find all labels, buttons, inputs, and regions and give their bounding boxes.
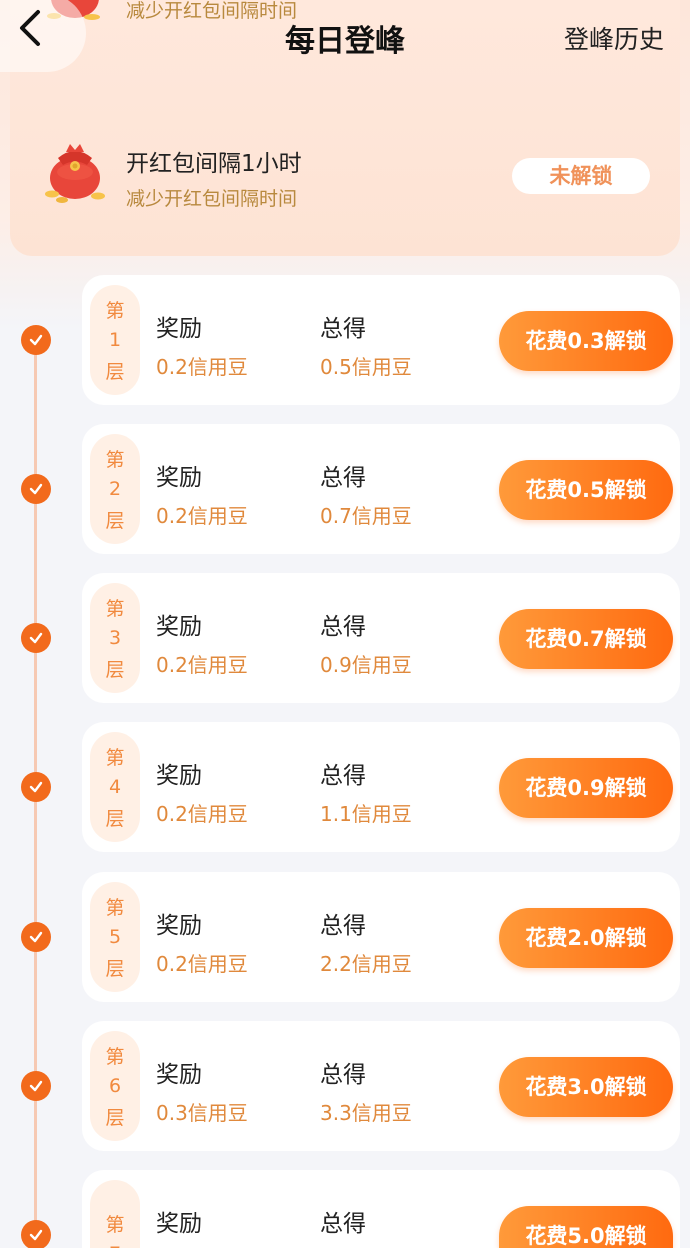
unlock-button[interactable]: 花费0.3解锁	[499, 311, 673, 371]
level-card: 第 4 层 奖励 0.2信用豆 总得 1.1信用豆 花费0.9解锁	[82, 722, 680, 852]
level-card: 第 3 层 奖励 0.2信用豆 总得 0.9信用豆 花费0.7解锁	[82, 573, 680, 703]
total-value: 1.1信用豆	[320, 802, 412, 826]
level-card: 第 1 层 奖励 0.2信用豆 总得 0.5信用豆 花费0.3解锁	[82, 275, 680, 405]
check-circle-icon	[21, 474, 51, 504]
floor-tag-suffix: 层	[105, 510, 125, 532]
floor-tag: 第 5 层	[90, 882, 140, 992]
floor-tag: 第 3 层	[90, 583, 140, 693]
reward-value: 0.2信用豆	[156, 355, 248, 379]
page: 减少开红包间隔时间 开红包间隔1小时 减少开红包间隔时间 未解锁 每日登峰 登峰…	[0, 0, 690, 1248]
reward-label: 奖励	[156, 913, 202, 939]
total-label: 总得	[320, 763, 366, 789]
floor-tag-suffix: 层	[105, 659, 125, 681]
packet-row: 开红包间隔1小时 减少开红包间隔时间 未解锁	[10, 142, 680, 222]
unlock-button[interactable]: 花费0.7解锁	[499, 609, 673, 669]
unlock-button[interactable]: 花费5.0解锁	[499, 1206, 673, 1248]
level-card: 第 6 层 奖励 0.3信用豆 总得 3.3信用豆 花费3.0解锁	[82, 1021, 680, 1151]
floor-tag-prefix: 第	[105, 1213, 125, 1236]
total-value: 3.3信用豆	[320, 1101, 412, 1125]
total-label: 总得	[320, 316, 366, 342]
reward-label: 奖励	[156, 1211, 202, 1237]
reward-value: 0.2信用豆	[156, 952, 248, 976]
floor-number: 7	[90, 1243, 140, 1248]
header: 每日登峰 登峰历史	[0, 0, 690, 72]
total-value: 0.7信用豆	[320, 504, 412, 528]
floor-number: 6	[108, 1075, 122, 1097]
total-label: 总得	[320, 614, 366, 640]
total-value: 0.9信用豆	[320, 653, 412, 677]
floor-tag-prefix: 第	[105, 300, 125, 322]
unlock-button[interactable]: 花费3.0解锁	[499, 1057, 673, 1117]
floor-tag: 第 6 层	[90, 1031, 140, 1141]
reward-value: 0.2信用豆	[156, 802, 248, 826]
level-card: 第 5 层 奖励 0.2信用豆 总得 2.2信用豆 花费2.0解锁	[82, 872, 680, 1002]
check-circle-icon	[21, 1071, 51, 1101]
floor-tag-suffix: 层	[105, 808, 125, 830]
packet-title: 开红包间隔1小时	[126, 151, 302, 177]
reward-label: 奖励	[156, 465, 202, 491]
locked-status-button[interactable]: 未解锁	[512, 158, 650, 194]
floor-tag-suffix: 层	[105, 1107, 125, 1129]
check-circle-icon	[21, 325, 51, 355]
reward-value: 0.3信用豆	[156, 1101, 248, 1125]
level-card: 第 2 层 奖励 0.2信用豆 总得 0.7信用豆 花费0.5解锁	[82, 424, 680, 554]
floor-tag: 第 2 层	[90, 434, 140, 544]
reward-label: 奖励	[156, 1062, 202, 1088]
check-circle-icon	[21, 1220, 51, 1248]
reward-value: 0.2信用豆	[156, 504, 248, 528]
floor-tag-suffix: 层	[105, 361, 125, 383]
floor-tag-prefix: 第	[105, 1046, 125, 1068]
floor-number: 1	[108, 329, 122, 351]
red-packet-icon	[45, 144, 105, 203]
floor-tag-prefix: 第	[105, 747, 125, 769]
reward-label: 奖励	[156, 614, 202, 640]
floor-number: 2	[108, 478, 122, 500]
total-label: 总得	[320, 465, 366, 491]
total-label: 总得	[320, 1211, 366, 1237]
total-label: 总得	[320, 913, 366, 939]
floor-number: 5	[108, 926, 122, 948]
unlock-button[interactable]: 花费0.5解锁	[499, 460, 673, 520]
unlock-button[interactable]: 花费2.0解锁	[499, 908, 673, 968]
floor-tag-prefix: 第	[105, 897, 125, 919]
floor-number: 4	[108, 776, 122, 798]
floor-tag-prefix: 第	[105, 449, 125, 471]
packet-subtitle: 减少开红包间隔时间	[126, 188, 298, 210]
unlock-button[interactable]: 花费0.9解锁	[499, 758, 673, 818]
reward-value: 0.2信用豆	[156, 653, 248, 677]
total-value: 0.5信用豆	[320, 355, 412, 379]
total-value: 2.2信用豆	[320, 952, 412, 976]
floor-tag-prefix: 第	[105, 598, 125, 620]
floor-tag: 第 4 层	[90, 732, 140, 842]
floor-tag-suffix: 层	[105, 958, 125, 980]
floor-tag: 第 7	[90, 1180, 140, 1248]
check-circle-icon	[21, 922, 51, 952]
check-circle-icon	[21, 772, 51, 802]
history-link[interactable]: 登峰历史	[564, 20, 664, 56]
floor-tag: 第 1 层	[90, 285, 140, 395]
floor-number: 3	[108, 627, 122, 649]
reward-label: 奖励	[156, 763, 202, 789]
check-circle-icon	[21, 623, 51, 653]
total-label: 总得	[320, 1062, 366, 1088]
level-card: 第 7 奖励 总得 花费5.0解锁	[82, 1170, 680, 1248]
reward-label: 奖励	[156, 316, 202, 342]
